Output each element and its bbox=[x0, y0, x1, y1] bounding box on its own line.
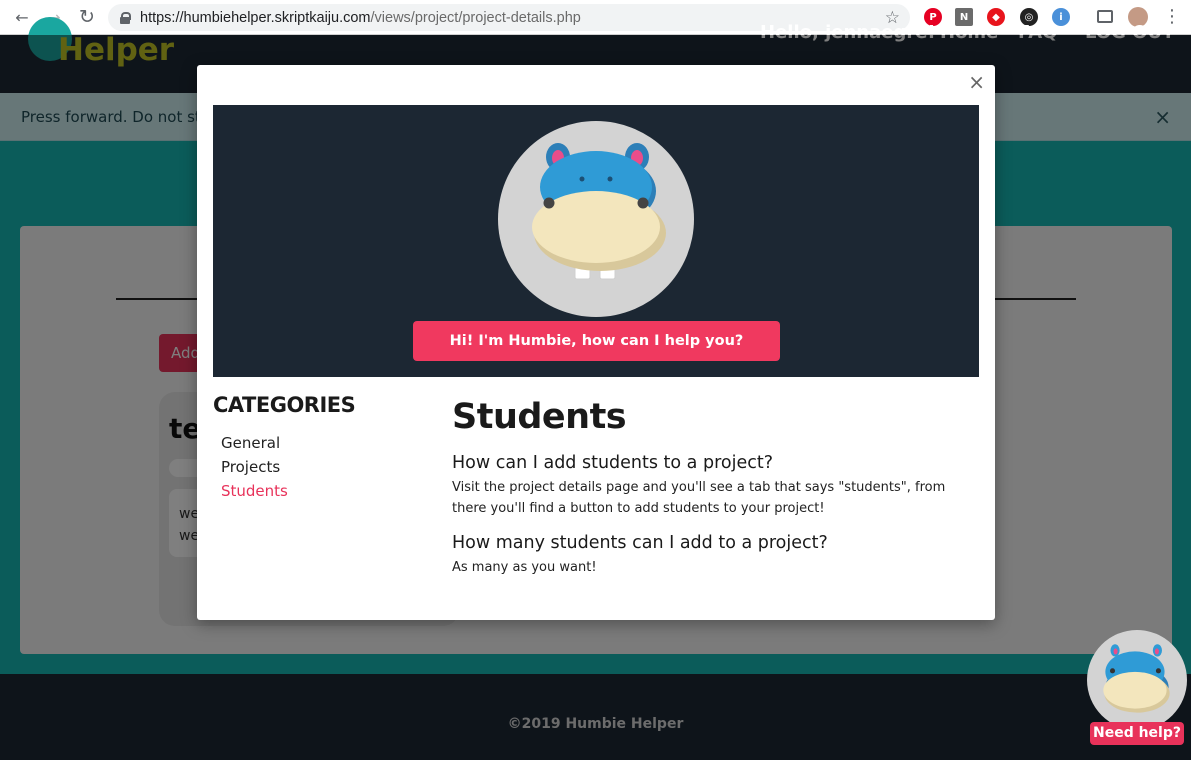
url-text: https://humbiehelper.skriptkaiju.com/vie… bbox=[140, 9, 581, 26]
hippo-icon bbox=[532, 143, 666, 280]
category-students[interactable]: Students bbox=[221, 479, 288, 503]
categories-list: General Projects Students bbox=[221, 431, 288, 503]
reload-icon[interactable]: ↻ bbox=[74, 4, 100, 30]
faq-answer: As many as you want! bbox=[452, 560, 597, 575]
need-help-button[interactable]: Need help? bbox=[1090, 722, 1184, 745]
category-general[interactable]: General bbox=[221, 431, 288, 455]
humbie-greeting-button[interactable]: Hi! I'm Humbie, how can I help you? bbox=[413, 321, 780, 361]
helper-avatar[interactable] bbox=[1087, 630, 1187, 730]
faq-question: How many students can I add to a project… bbox=[452, 533, 828, 553]
faq-item: How many students can I add to a project… bbox=[452, 531, 982, 578]
category-projects[interactable]: Projects bbox=[221, 455, 288, 479]
lock-icon bbox=[120, 11, 131, 24]
humbie-avatar bbox=[498, 121, 694, 317]
hippo-icon bbox=[1103, 644, 1170, 713]
faq-question: How can I add students to a project? bbox=[452, 453, 773, 473]
faq-item: How can I add students to a project? Vis… bbox=[452, 451, 982, 519]
faq-answer: Visit the project details page and you'l… bbox=[452, 480, 946, 516]
modal-hero: Hi! I'm Humbie, how can I help you? bbox=[213, 105, 979, 377]
categories-heading: CATEGORIES bbox=[213, 393, 356, 417]
browser-toolbar: ← → ↻ https://humbiehelper.skriptkaiju.c… bbox=[0, 0, 1191, 35]
close-icon[interactable]: × bbox=[968, 70, 985, 94]
help-modal: × Hi! I'm Humbie, how can I help you? CA… bbox=[197, 65, 995, 620]
section-title: Students bbox=[452, 397, 627, 437]
